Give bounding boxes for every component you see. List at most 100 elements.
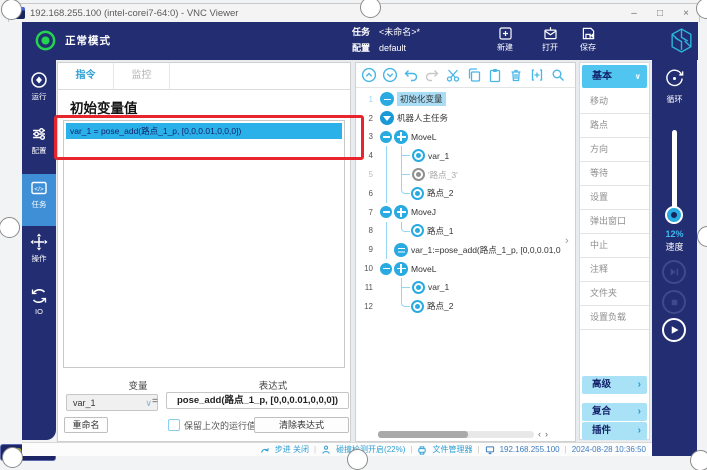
collision-detect-status[interactable]: 碰撞检测开启(22%) [336,444,405,455]
horizontal-scrollbar[interactable] [378,431,534,438]
palette-item[interactable]: 弹出窗口 [580,210,649,234]
tab-monitor[interactable]: 监控 [114,63,170,89]
chevron-right-icon: › [638,422,641,440]
settings-icon [29,124,49,144]
selection-handle[interactable] [690,450,707,470]
tree-row[interactable]: 2 机器人主任务 [356,109,575,128]
tree-row[interactable]: 12 路点_2 [356,297,575,316]
step-mode-status[interactable]: 步进 关闭 [275,444,309,455]
task-value: <未命名>* [379,27,420,37]
program-tree: 1 初始化变量 2 机器人主任务 3 [356,90,575,390]
replace-icon[interactable] [528,67,545,84]
tree-node-icon [412,281,425,294]
tree-row[interactable]: 6 路点_2 [356,184,575,203]
sidebar-nav: 运行 配置 </> 任务 操作 [22,60,56,440]
sidebar-item-config[interactable]: 配置 [22,120,56,172]
tree-row-number: 10 [356,264,377,273]
tree-row[interactable]: 8 路点_1 [356,222,575,241]
run-control-strip: 循环 12% 速度 [652,60,697,456]
maximize-button[interactable]: □ [647,8,673,19]
palette-item[interactable]: 注释 [580,258,649,282]
collapse-icon[interactable] [380,206,392,218]
selection-handle[interactable] [0,217,20,238]
selection-handle[interactable] [1,0,22,20]
expression-label: 表达式 [208,378,338,392]
collapse-icon[interactable] [380,131,392,143]
collapse-icon[interactable] [380,263,392,275]
move-up-icon[interactable] [360,67,377,84]
palette-group-advanced[interactable]: 高级 › [582,376,647,394]
clear-expression-button[interactable]: 清除表达式 [254,417,349,433]
file-manager-link[interactable]: 文件管理器 [432,444,472,455]
tree-row[interactable]: 5 '路点_3' [356,165,575,184]
sidebar-item-task[interactable]: </> 任务 [22,174,56,226]
tree-node-icon [411,300,424,313]
status-ring-icon [34,29,57,52]
sidebar-item-operate[interactable]: 操作 [22,228,56,280]
equals-sign: = [152,396,158,407]
tab-command[interactable]: 指令 [58,63,114,89]
tree-row[interactable]: 10 MoveL [356,259,575,278]
stop-icon [669,297,680,308]
keep-last-value-checkbox[interactable] [168,419,180,431]
tree-node-label: var_1 [428,151,449,161]
tree-node-icon [394,205,408,219]
palette-group-composite[interactable]: 复合 › [582,403,647,421]
undo-icon[interactable] [402,67,419,84]
mode-indicator: 正常模式 [34,29,111,52]
tree-row[interactable]: 7 MoveJ [356,203,575,222]
loop-icon[interactable] [664,68,685,94]
search-icon[interactable] [549,67,566,84]
tree-row[interactable]: 11 var_1 [356,278,575,297]
cut-icon[interactable] [444,67,461,84]
scrollbar-thumb[interactable] [378,431,468,438]
variable-select[interactable]: var_1 ∨ [66,394,158,411]
tree-row[interactable]: 4 var_1 [356,146,575,165]
palette-item[interactable]: 设置负载 [580,306,649,330]
new-task-button[interactable]: 新建 [483,25,527,53]
palette-group-basic[interactable]: 基本 ∨ [582,65,647,88]
selection-handle[interactable] [2,447,23,468]
palette-item[interactable]: 方向 [580,138,649,162]
sidebar-item-io[interactable]: IO [22,282,56,334]
selection-handle[interactable] [697,226,707,247]
redo-icon[interactable] [423,67,440,84]
panel-expand-icon[interactable]: › [565,235,569,247]
speed-slider-track[interactable] [672,130,677,218]
tree-row[interactable]: 1 初始化变量 [356,90,575,109]
selection-handle[interactable] [347,449,368,470]
speed-slider-thumb[interactable] [665,206,683,224]
sidebar-item-run[interactable]: 运行 [22,66,56,118]
program-tree-panel: 1 初始化变量 2 机器人主任务 3 [355,62,576,442]
expression-input[interactable]: pose_add(路点_1_p, [0,0,0.01,0,0,0]) [166,392,349,409]
statusbar: 步进 关闭 | 碰撞检测开启(22%) | 文件管理器 | 192.168.25… [22,442,652,456]
move-down-icon[interactable] [381,67,398,84]
copy-icon[interactable] [465,67,482,84]
save-icon [580,25,597,42]
step-button[interactable] [662,260,686,284]
rename-button[interactable]: 重命名 [64,417,108,433]
palette-item[interactable]: 中止 [580,234,649,258]
tree-connector [401,165,412,184]
palette-item[interactable]: 设置 [580,186,649,210]
tree-row[interactable]: 3 MoveL [356,128,575,147]
palette-item[interactable]: 移动 [580,90,649,114]
section-title: 初始变量值 [70,97,138,117]
window-title: 192.168.255.100 (intel-corei7-64:0) - VN… [30,8,621,19]
minimize-button[interactable]: – [621,8,647,19]
delete-icon[interactable] [507,67,524,84]
palette-item[interactable]: 路点 [580,114,649,138]
palette-item[interactable]: 等待 [580,162,649,186]
titlebar[interactable]: 192.168.255.100 (intel-corei7-64:0) - VN… [8,3,700,22]
step-mode-icon [260,445,270,455]
save-task-button[interactable]: 保存 [566,25,610,53]
tree-node-icon [411,224,424,237]
robot-ip[interactable]: 192.168.255.100 [500,445,560,454]
palette-group-plugin[interactable]: 插件 › [582,422,647,440]
play-button[interactable] [662,318,686,342]
paste-icon[interactable] [486,67,503,84]
stop-button[interactable] [662,290,686,314]
tree-row[interactable]: 9 var_1:=pose_add(路点_1_p, [0,0,0.01,0 [356,240,575,259]
palette-item[interactable]: 文件夹 [580,282,649,306]
scrollbar-buttons[interactable]: ‹› [538,429,552,439]
